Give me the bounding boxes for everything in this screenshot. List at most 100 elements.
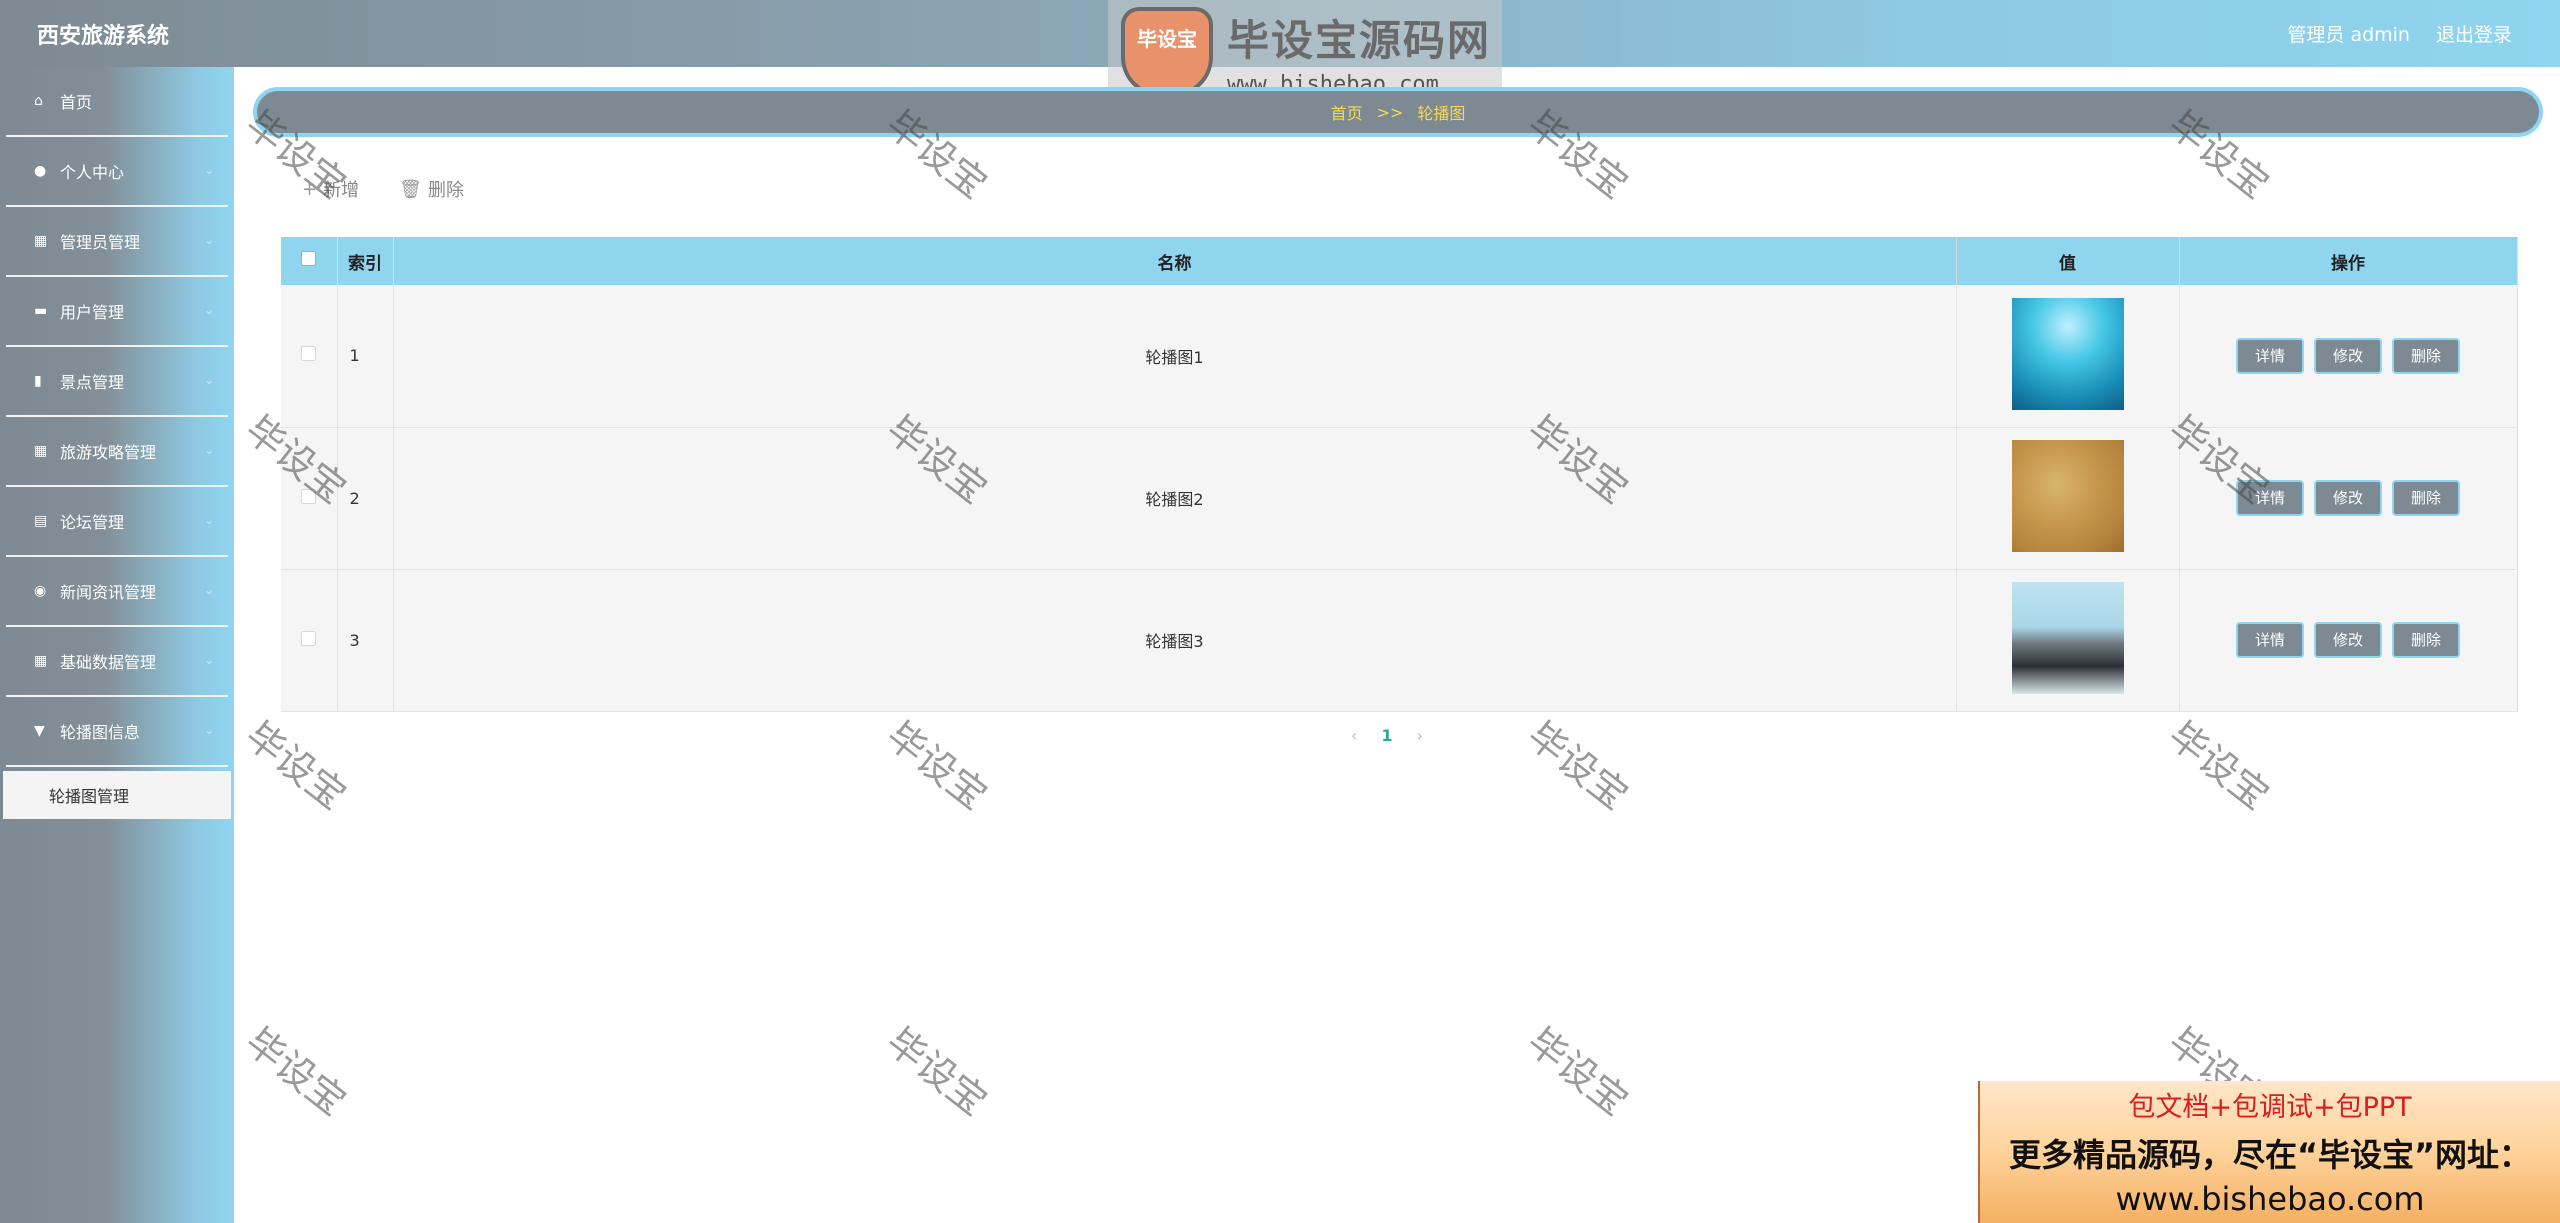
chevron-down-icon: ⌄ [203, 653, 214, 667]
edit-button[interactable]: 修改 [2314, 622, 2382, 658]
app-title: 西安旅游系统 [37, 24, 170, 49]
edit-button[interactable]: 修改 [2314, 480, 2382, 516]
header-user-area: 管理员 admin 退出登录 [2287, 20, 2512, 47]
row-name: 轮播图1 [393, 285, 1957, 427]
pagination: ‹ 1 › [1351, 726, 1423, 745]
chevron-down-icon: ⌄ [203, 583, 214, 597]
sidebar-item-guide-mgmt[interactable]: ▦ 旅游攻略管理 ⌄ [6, 417, 228, 487]
chevron-up-icon: ⌄ [203, 723, 214, 737]
breadcrumb-separator: >> [1376, 102, 1404, 122]
watermark-text: 毕设宝 [2160, 713, 2278, 818]
table-header-row: 索引 名称 值 操作 [281, 237, 2518, 285]
chevron-down-icon: ⌄ [203, 303, 214, 317]
logo-text: 毕设宝源码网 [1227, 15, 1492, 65]
chevron-down-icon: ⌄ [203, 443, 214, 457]
location-icon: ◉ [34, 583, 47, 599]
next-page-button[interactable]: › [1417, 726, 1423, 745]
grid-icon: ▦ [34, 233, 48, 249]
row-delete-button[interactable]: 删除 [2392, 480, 2460, 516]
detail-button[interactable]: 详情 [2236, 337, 2304, 374]
watermark-text: 毕设宝 [1519, 713, 1637, 818]
carousel-thumbnail [2011, 440, 2124, 552]
sidebar-item-user-mgmt[interactable]: ▬ 用户管理 ⌄ [6, 277, 228, 347]
carousel-table: 索引 名称 值 操作 1 轮播图1 详情 修改 删除 2 轮播图2 详情 修改 … [281, 237, 2518, 712]
sidebar-item-home[interactable]: ⌂ 首页 [6, 67, 228, 137]
shield-logo-icon: 毕设宝 [1121, 6, 1213, 97]
row-checkbox[interactable] [301, 346, 317, 362]
table-row: 3 轮播图3 详情 修改 删除 [281, 569, 2518, 711]
sidebar-item-admin-mgmt[interactable]: ▦ 管理员管理 ⌄ [6, 207, 228, 277]
logout-link[interactable]: 退出登录 [2436, 20, 2512, 47]
sidebar-item-base-data-mgmt[interactable]: ▦ 基础数据管理 ⌄ [6, 627, 228, 697]
sidebar-subitem-label: 轮播图管理 [49, 787, 130, 806]
sidebar-item-label: 首页 [60, 93, 93, 112]
watermark-text: 毕设宝 [237, 713, 355, 818]
prev-page-button[interactable]: ‹ [1351, 726, 1357, 745]
admin-user-label[interactable]: 管理员 admin [2287, 20, 2410, 47]
promo-line-2: 更多精品源码，尽在“毕设宝”网址： [2008, 1136, 2532, 1174]
row-checkbox[interactable] [301, 630, 317, 646]
add-button[interactable]: + 新增 [302, 176, 359, 202]
sidebar-item-label: 论坛管理 [60, 513, 125, 532]
trophy-icon: ▼ [34, 723, 45, 739]
sidebar-item-label: 用户管理 [60, 303, 125, 322]
select-all-checkbox[interactable] [301, 251, 317, 266]
sidebar-item-label: 轮播图信息 [60, 723, 141, 742]
grid-icon: ▦ [34, 443, 48, 459]
document-icon: ▤ [34, 513, 48, 529]
detail-button[interactable]: 详情 [2236, 480, 2304, 516]
row-name: 轮播图2 [393, 427, 1957, 569]
grid-icon: ▦ [34, 653, 48, 669]
sidebar-item-label: 新闻资讯管理 [60, 583, 157, 602]
table-row: 2 轮播图2 详情 修改 删除 [281, 427, 2518, 569]
toolbar: + 新增 🗑 删除 [302, 176, 464, 202]
delete-button-label: 删除 [427, 180, 464, 201]
sidebar-item-carousel-info[interactable]: ▼ 轮播图信息 ⌄ [6, 697, 228, 767]
column-header-name: 名称 [393, 237, 1957, 285]
row-index: 1 [337, 285, 394, 427]
chat-icon: ▬ [34, 303, 48, 319]
chevron-down-icon: ⌄ [203, 233, 214, 247]
logo-badge-text: 毕设宝 [1137, 26, 1197, 51]
home-icon: ⌂ [34, 93, 43, 109]
sidebar-item-label: 管理员管理 [60, 233, 141, 252]
row-index: 3 [337, 569, 394, 711]
sidebar-item-news-mgmt[interactable]: ◉ 新闻资讯管理 ⌄ [6, 557, 228, 627]
add-button-label: 新增 [323, 180, 360, 201]
breadcrumb-home-link[interactable]: 首页 [1331, 100, 1363, 124]
watermark-text: 毕设宝 [878, 713, 996, 818]
chart-icon: ▮ [34, 373, 42, 389]
promo-line-1: 包文档+包调试+包PPT [2128, 1092, 2412, 1123]
sidebar-item-scenic-mgmt[interactable]: ▮ 景点管理 ⌄ [6, 347, 228, 417]
row-delete-button[interactable]: 删除 [2392, 622, 2460, 658]
column-header-value: 值 [1956, 237, 2180, 285]
row-delete-button[interactable]: 删除 [2392, 337, 2460, 374]
sidebar-subitem-carousel-mgmt[interactable]: 轮播图管理 [3, 771, 231, 819]
sidebar-item-label: 个人中心 [60, 163, 125, 182]
sidebar-item-label: 景点管理 [60, 373, 125, 392]
sidebar-item-forum-mgmt[interactable]: ▤ 论坛管理 ⌄ [6, 487, 228, 557]
chevron-down-icon: ⌄ [203, 513, 214, 527]
detail-button[interactable]: 详情 [2236, 622, 2304, 658]
promo-banner[interactable]: 包文档+包调试+包PPT 更多精品源码，尽在“毕设宝”网址： www.bishe… [1978, 1081, 2560, 1223]
promo-url: www.bishebao.com [2115, 1180, 2425, 1218]
user-icon: ● [34, 163, 47, 179]
carousel-thumbnail [2011, 297, 2124, 410]
watermark-text: 毕设宝 [878, 1019, 996, 1124]
watermark-text: 毕设宝 [1519, 1019, 1637, 1124]
table-row: 1 轮播图1 详情 修改 删除 [281, 285, 2518, 427]
breadcrumb: 首页 >> 轮播图 [253, 87, 2543, 137]
chevron-down-icon: ⌄ [203, 163, 214, 177]
trash-icon: 🗑 [399, 178, 422, 200]
delete-button[interactable]: 🗑 删除 [399, 176, 464, 202]
sidebar-item-profile[interactable]: ● 个人中心 ⌄ [6, 137, 228, 207]
row-checkbox[interactable] [301, 488, 317, 504]
sidebar-divider [232, 67, 234, 1223]
page-number-current[interactable]: 1 [1381, 726, 1392, 745]
row-name: 轮播图3 [393, 569, 1957, 711]
edit-button[interactable]: 修改 [2314, 337, 2382, 374]
sidebar: ⌂ 首页 ● 个人中心 ⌄ ▦ 管理员管理 ⌄ ▬ 用户管理 ⌄ ▮ 景点管理 … [0, 67, 232, 1223]
watermark-text: 毕设宝 [237, 1019, 355, 1124]
carousel-thumbnail [2011, 582, 2124, 694]
sidebar-item-label: 旅游攻略管理 [60, 443, 157, 462]
